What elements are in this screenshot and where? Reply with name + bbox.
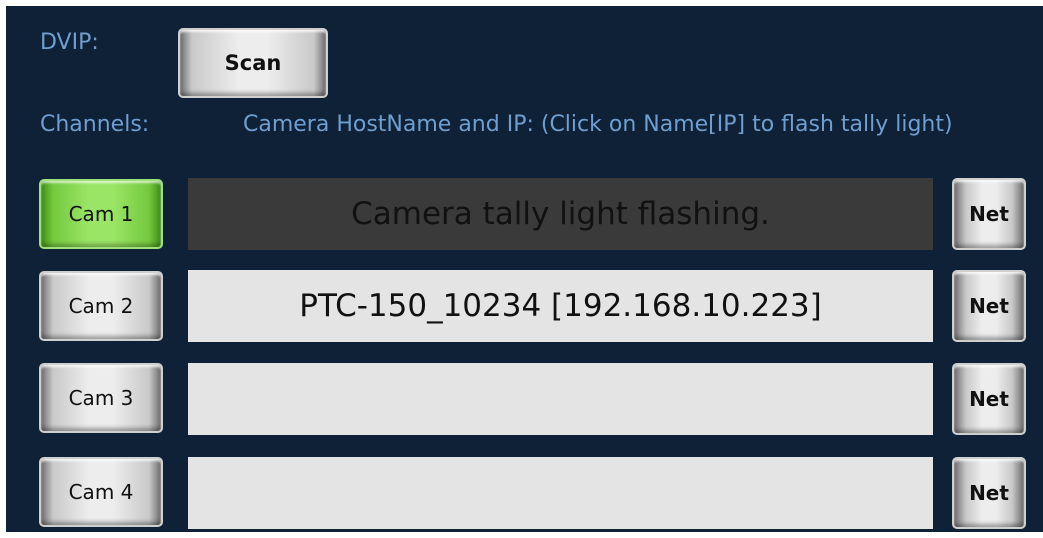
scan-button[interactable]: Scan [178, 28, 328, 98]
scan-button-label: Scan [224, 51, 282, 75]
cam-3-net-label: Net [969, 387, 1009, 411]
cam-2-host-field[interactable]: PTC-150_10234 [192.168.10.223] [188, 270, 933, 342]
cam-4-button[interactable]: Cam 4 [39, 457, 163, 527]
channels-label: Channels: [40, 112, 150, 137]
cam-3-host-field[interactable] [188, 363, 933, 435]
cam-1-net-label: Net [969, 202, 1009, 226]
cam-4-host-field[interactable] [188, 457, 933, 529]
cam-2-net-label: Net [969, 294, 1009, 318]
dvip-panel: DVIP: Scan Channels: Camera HostName and… [6, 6, 1043, 532]
cam-4-net-button[interactable]: Net [952, 457, 1026, 529]
cam-1-button[interactable]: Cam 1 [39, 179, 163, 249]
cam-2-label: Cam 2 [68, 294, 134, 318]
cam-4-net-label: Net [969, 481, 1009, 505]
cam-1-host-field[interactable]: Camera tally light flashing. [188, 178, 933, 250]
cam-2-button[interactable]: Cam 2 [39, 271, 163, 341]
cam-3-label: Cam 3 [68, 386, 134, 410]
cam-3-button[interactable]: Cam 3 [39, 363, 163, 433]
dvip-label: DVIP: [40, 30, 99, 55]
cam-3-net-button[interactable]: Net [952, 363, 1026, 435]
hostname-header-label: Camera HostName and IP: (Click on Name[I… [243, 112, 953, 137]
cam-2-net-button[interactable]: Net [952, 270, 1026, 342]
cam-1-net-button[interactable]: Net [952, 178, 1026, 250]
cam-1-label: Cam 1 [68, 202, 134, 226]
cam-4-label: Cam 4 [68, 480, 134, 504]
